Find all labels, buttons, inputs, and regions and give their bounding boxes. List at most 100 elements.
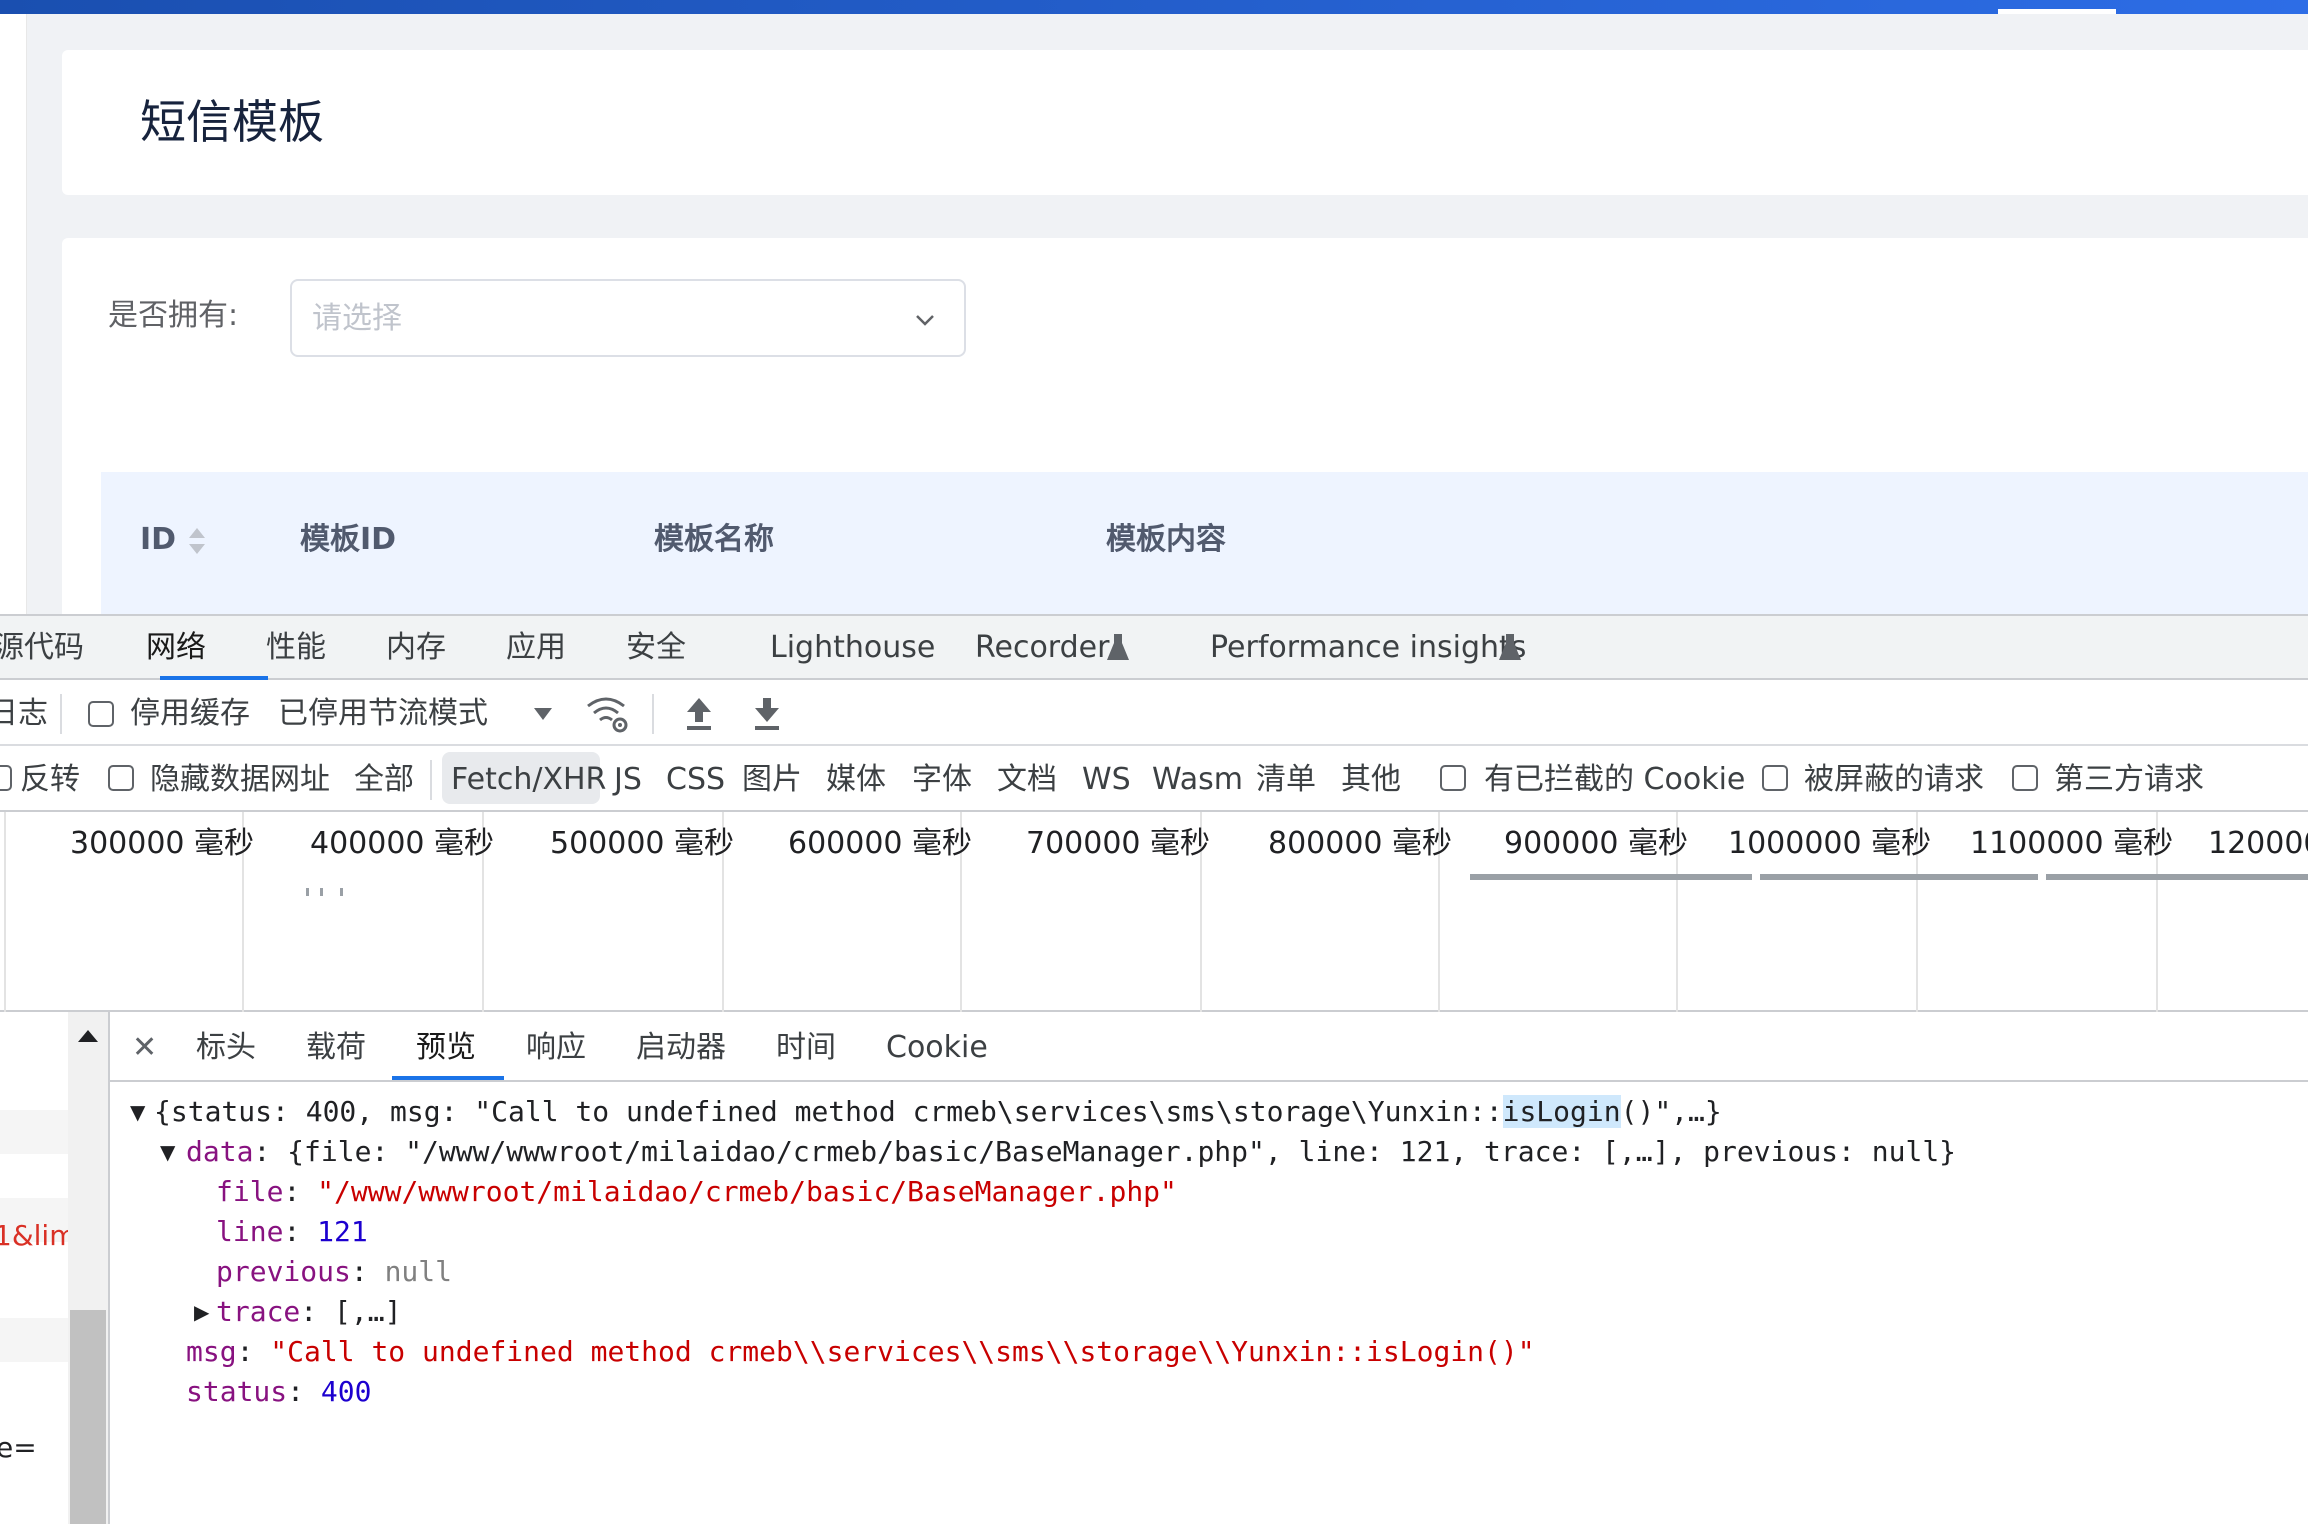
list-item-name[interactable]: 1&lim [0,1214,76,1258]
tab-preview-indicator [392,1076,504,1080]
json-previous-line: previous: null [216,1255,453,1288]
network-conditions-icon[interactable] [586,694,630,734]
close-icon[interactable]: ✕ [132,1028,157,1068]
json-trace-summary: : [,…] [300,1295,402,1328]
disable-cache-label: 停用缓存 [130,696,250,731]
tab-memory[interactable]: 内存 [386,626,446,670]
request-tick-mark [306,888,309,896]
tab-initiator[interactable]: 启动器 [636,1026,726,1070]
tab-recorder[interactable]: Recorder [975,626,1109,670]
timeline-tick-label: 1100000 毫秒 [1970,826,2174,861]
export-har-icon[interactable] [752,696,782,732]
blocked-cookies-label: 有已拦截的 Cookie [1484,762,1746,797]
tab-cookies[interactable]: Cookie [886,1026,988,1070]
import-har-icon[interactable] [684,696,714,732]
json-string-value: "/www/wwwroot/milaidao/crmeb/basic/BaseM… [317,1175,1177,1208]
blocked-cookies-checkbox[interactable] [1440,765,1466,791]
filter-ws[interactable]: WS [1082,758,1131,802]
scrollbar-thumb[interactable] [70,1310,106,1524]
filter-font[interactable]: 字体 [912,758,972,802]
page-title: 短信模板 [140,95,324,149]
json-data-summary: : {file: "/www/wwwroot/milaidao/crmeb/ba… [253,1135,1957,1168]
hide-data-urls-label: 隐藏数据网址 [150,762,330,797]
tab-response[interactable]: 响应 [526,1026,586,1070]
throttling-select[interactable]: 已停用节流模式 [278,692,488,736]
json-trace-line[interactable]: trace: [,…] [216,1292,401,1332]
disable-cache-checkbox[interactable] [88,701,114,727]
timeline-tick-label: 300000 毫秒 [70,826,255,861]
tab-payload[interactable]: 载荷 [306,1026,366,1070]
tab-security[interactable]: 安全 [626,626,686,670]
tab-lighthouse[interactable]: Lighthouse [770,626,935,670]
json-msg-line: msg: "Call to undefined method crmeb\\se… [186,1335,1535,1368]
preserve-log-label[interactable]: 日志 [0,692,48,736]
json-key: data [186,1135,254,1168]
side-menu-edge [0,14,27,614]
filter-fetch-xhr[interactable]: Fetch/XHR [451,758,606,802]
json-file-line: file: "/www/wwwroot/milaidao/crmeb/basic… [216,1175,1177,1208]
toolbar-divider [652,694,654,734]
experimental-flask-icon [1499,634,1521,660]
json-null-value: null [384,1255,453,1288]
filter-label: 是否拥有: [108,298,239,333]
ownership-select[interactable]: 请选择 [290,279,966,357]
list-item[interactable] [0,1110,68,1154]
tab-performance[interactable]: 性能 [266,626,326,670]
collapse-triangle-icon[interactable]: ▼ [160,1140,175,1164]
title-card [62,50,2308,195]
tab-performance-insights[interactable]: Performance insights [1210,626,1526,670]
third-party-label: 第三方请求 [2054,762,2204,797]
blocked-requests-checkbox[interactable] [1762,765,1788,791]
tab-network[interactable]: 网络 [146,626,206,670]
invert-label: 反转 [20,762,80,797]
filter-all[interactable]: 全部 [354,758,414,802]
devtools-panel-tabbar [0,614,2308,680]
timeline-tick-label: 500000 毫秒 [550,826,735,861]
json-key: file [216,1175,284,1208]
collapse-triangle-icon[interactable]: ▼ [130,1100,145,1124]
column-header-template-content: 模板内容 [1106,522,1226,557]
tab-preview[interactable]: 预览 [416,1026,476,1070]
list-item[interactable] [0,1318,68,1362]
timeline-tick-label: 1200000 [2208,826,2308,861]
experimental-flask-icon [1107,634,1129,660]
json-key: previous [216,1255,351,1288]
json-data-line[interactable]: data: {file: "/www/wwwroot/milaidao/crme… [186,1132,1956,1172]
request-timing-bar [1760,874,2038,880]
list-item-name[interactable]: e= [0,1426,37,1470]
toolbar-divider [60,694,62,734]
sort-icon[interactable] [186,524,208,558]
filter-css[interactable]: CSS [666,758,725,802]
third-party-checkbox[interactable] [2012,765,2038,791]
tab-sources[interactable]: 源代码 [0,626,84,670]
filter-js[interactable]: JS [614,758,642,802]
tab-timing[interactable]: 时间 [776,1026,836,1070]
timeline-tick-label: 700000 毫秒 [1026,826,1211,861]
json-key: msg [186,1335,237,1368]
json-root-line[interactable]: {status: 400, msg: "Call to undefined me… [154,1092,1722,1132]
json-root-suffix: ()",…} [1620,1095,1722,1128]
timeline-tick-label: 900000 毫秒 [1504,826,1689,861]
top-nav-indicator [1998,9,2116,14]
expand-triangle-icon[interactable]: ▶ [194,1300,209,1324]
json-root-prefix: {status: 400, msg: "Call to undefined me… [154,1095,1503,1128]
filter-other[interactable]: 其他 [1341,758,1401,802]
filter-img[interactable]: 图片 [742,758,802,802]
column-header-template-name: 模板名称 [654,522,774,557]
chevron-down-icon [916,315,934,326]
dropdown-arrow-icon[interactable] [532,704,554,724]
timeline-tick-label: 800000 毫秒 [1268,826,1453,861]
filter-media[interactable]: 媒体 [826,758,886,802]
tab-application[interactable]: 应用 [506,626,566,670]
json-number-value: 121 [317,1215,368,1248]
column-header-id[interactable]: ID [140,520,176,560]
tab-headers[interactable]: 标头 [196,1026,256,1070]
filter-manifest[interactable]: 清单 [1256,758,1316,802]
filter-doc[interactable]: 文档 [997,758,1057,802]
filter-wasm[interactable]: Wasm [1152,758,1243,802]
json-line-line: line: 121 [216,1215,368,1248]
scroll-up-arrow-icon[interactable] [76,1028,100,1044]
invert-checkbox[interactable] [0,765,12,791]
hide-data-urls-checkbox[interactable] [108,765,134,791]
json-status-line: status: 400 [186,1375,372,1408]
